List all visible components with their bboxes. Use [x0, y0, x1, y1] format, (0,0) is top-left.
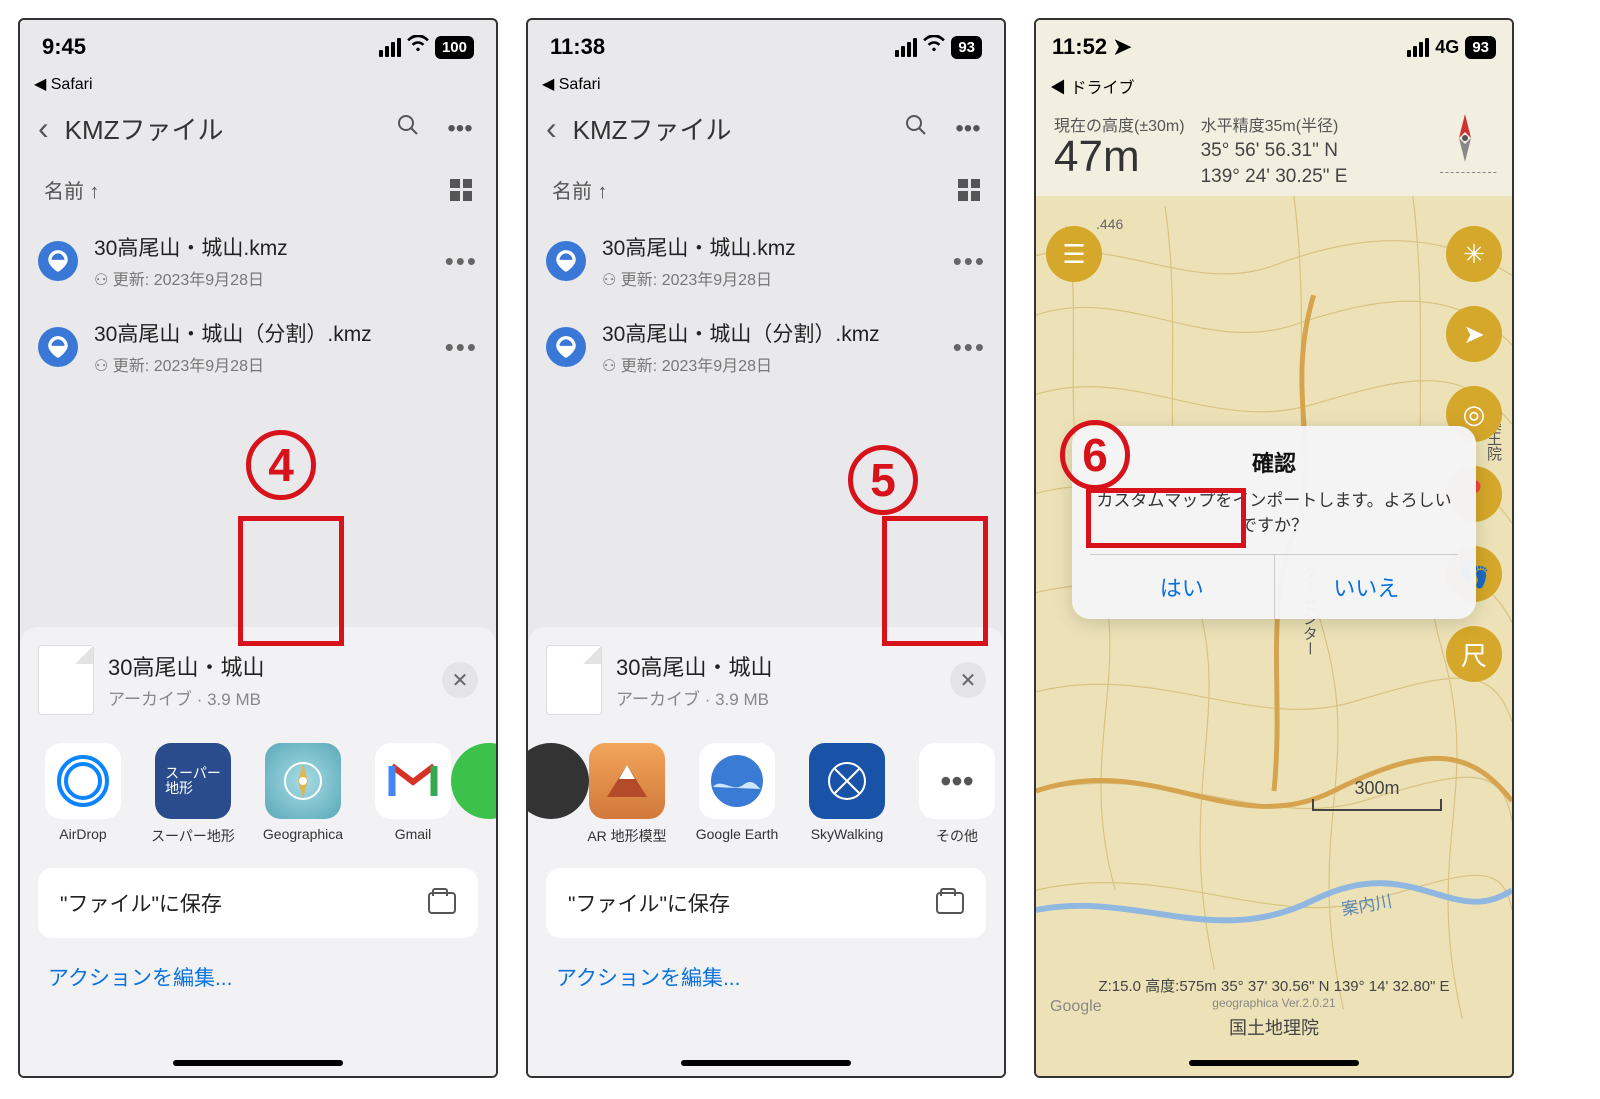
share-target-google-earth[interactable]: Google Earth [692, 743, 782, 846]
file-name: 30高尾山・城山（分割）.kmz [94, 318, 429, 348]
network-label: 4G [1435, 37, 1459, 58]
save-to-files-button[interactable]: "ファイル"に保存 [546, 868, 986, 938]
edit-actions-link[interactable]: アクションを編集... [528, 938, 1004, 1016]
page-title: KMZファイル [573, 110, 882, 147]
battery-icon: 100 [435, 36, 474, 59]
search-icon[interactable] [390, 113, 426, 144]
dialog-yes-button[interactable]: はい [1090, 555, 1275, 619]
map-footer: Z:15.0 高度:575m 35° 37' 30.56" N 139° 14'… [1036, 975, 1512, 1040]
file-more-icon[interactable]: ••• [445, 246, 478, 277]
kmz-file-icon [546, 327, 586, 367]
folder-icon [936, 892, 964, 914]
back-button[interactable]: ‹ [38, 110, 49, 147]
share-target-other[interactable]: ••• その他 [912, 743, 1002, 846]
edit-actions-link[interactable]: アクションを編集... [20, 938, 496, 1016]
status-time: 11:38 [550, 34, 605, 60]
cell-signal-icon [1407, 38, 1429, 57]
back-to-app[interactable]: ◀ Safari [528, 74, 1004, 100]
map-canvas[interactable]: .446 ターセンター 薬王院 案内川 南浅川 ☰ ✳ ➤ ◎ 📍 👣 尺 30… [1036, 196, 1512, 1076]
file-more-icon[interactable]: ••• [445, 332, 478, 363]
kmz-file-icon [38, 327, 78, 367]
home-indicator[interactable] [173, 1060, 343, 1066]
kmz-file-icon [546, 241, 586, 281]
map-menu-button[interactable]: ☰ [1046, 226, 1102, 282]
map-ruler-button[interactable]: 尺 [1446, 626, 1502, 682]
share-apps-row[interactable]: AirDrop スーパー地形 スーパー地形 Geographica Gmail [20, 733, 496, 868]
share-target-more[interactable] [474, 743, 496, 846]
heading-value: ----------- [1439, 164, 1498, 179]
share-target-geographica[interactable]: Geographica [258, 743, 348, 846]
latitude-value: 35° 56' 56.31" N [1201, 140, 1424, 162]
view-grid-icon[interactable] [450, 179, 472, 201]
share-apps-row[interactable]: AR 地形模型 Google Earth SkyWalking ••• その他 [528, 733, 1004, 868]
back-button[interactable]: ‹ [546, 110, 557, 147]
screenshot-5: 11:38 93 ◀ Safari ‹ KMZファイル ••• 名前 ↑ 30高… [526, 18, 1006, 1078]
share-target-prev[interactable] [540, 743, 562, 846]
altitude-value: 47m [1054, 132, 1185, 182]
close-icon[interactable]: ✕ [950, 662, 986, 698]
file-row[interactable]: 30高尾山・城山.kmz ⚇ 更新: 2023年9月28日 ••• [528, 218, 1004, 304]
more-icon[interactable]: ••• [950, 115, 986, 143]
battery-icon: 93 [951, 36, 982, 59]
share-target-airdrop[interactable]: AirDrop [38, 743, 128, 846]
status-time: 11:52 ➤ [1052, 34, 1132, 60]
status-time: 9:45 [42, 34, 86, 60]
close-icon[interactable]: ✕ [442, 662, 478, 698]
back-to-app[interactable]: ◀ ドライブ [1036, 74, 1512, 104]
compass-icon[interactable] [1439, 112, 1491, 164]
document-icon [38, 645, 94, 715]
file-row[interactable]: 30高尾山・城山（分割）.kmz ⚇ 更新: 2023年9月28日 ••• [528, 304, 1004, 390]
share-target-skywalking[interactable]: SkyWalking [802, 743, 892, 846]
file-row[interactable]: 30高尾山・城山（分割）.kmz ⚇ 更新: 2023年9月28日 ••• [20, 304, 496, 390]
file-more-icon[interactable]: ••• [953, 246, 986, 277]
file-name: 30高尾山・城山.kmz [94, 232, 429, 262]
sort-label[interactable]: 名前 ↑ [552, 175, 608, 204]
cell-signal-icon [379, 38, 401, 57]
annotation-highlight-box [882, 516, 988, 646]
sort-label[interactable]: 名前 ↑ [44, 175, 100, 204]
annotation-badge: 6 [1060, 420, 1130, 490]
annotation-badge: 4 [246, 430, 316, 500]
share-target-gmail[interactable]: Gmail [368, 743, 458, 846]
share-target-ar-terrain[interactable]: AR 地形模型 [582, 743, 672, 846]
back-to-app[interactable]: ◀ Safari [20, 74, 496, 100]
page-title: KMZファイル [65, 110, 374, 147]
screenshot-4: 9:45 100 ◀ Safari ‹ KMZファイル ••• 名前 ↑ 30高… [18, 18, 498, 1078]
map-info-bar: 現在の高度(±30m) 47m 水平精度35m(半径) 35° 56' 56.3… [1036, 104, 1512, 196]
map-locate-button[interactable]: ➤ [1446, 306, 1502, 362]
save-to-files-button[interactable]: "ファイル"に保存 [38, 868, 478, 938]
home-indicator[interactable] [681, 1060, 851, 1066]
search-icon[interactable] [898, 113, 934, 144]
horizontal-accuracy-label: 水平精度35m(半径) [1201, 112, 1424, 136]
share-sheet: 30高尾山・城山 アーカイブ · 3.9 MB ✕ AR 地形模型 Google… [528, 627, 1004, 1076]
battery-icon: 93 [1465, 36, 1496, 59]
annotation-badge: 5 [848, 445, 918, 515]
screenshot-6: 11:52 ➤ 4G 93 ◀ ドライブ 現在の高度(±30m) 47m 水平精… [1034, 18, 1514, 1078]
annotation-highlight-box [1086, 488, 1246, 548]
folder-icon [428, 892, 456, 914]
share-sheet: 30高尾山・城山 アーカイブ · 3.9 MB ✕ AirDrop スーパー地形… [20, 627, 496, 1076]
cell-signal-icon [895, 38, 917, 57]
view-grid-icon[interactable] [958, 179, 980, 201]
map-layers-button[interactable]: ✳ [1446, 226, 1502, 282]
file-row[interactable]: 30高尾山・城山.kmz ⚇ 更新: 2023年9月28日 ••• [20, 218, 496, 304]
kmz-file-icon [38, 241, 78, 281]
file-date: ⚇ 更新: 2023年9月28日 [94, 266, 429, 290]
annotation-highlight-box [238, 516, 344, 646]
share-doc-title: 30高尾山・城山 [108, 650, 264, 682]
wifi-icon [407, 35, 429, 59]
elevation-marker: .446 [1096, 216, 1123, 232]
document-icon [546, 645, 602, 715]
wifi-icon [923, 35, 945, 59]
dialog-no-button[interactable]: いいえ [1275, 555, 1459, 619]
longitude-value: 139° 24' 30.25" E [1201, 166, 1424, 188]
home-indicator[interactable] [1189, 1060, 1359, 1066]
more-icon[interactable]: ••• [442, 115, 478, 143]
dialog-title: 確認 [1090, 446, 1458, 478]
share-doc-subtitle: アーカイブ · 3.9 MB [108, 685, 264, 710]
file-more-icon[interactable]: ••• [953, 332, 986, 363]
map-scale: 300m [1312, 778, 1442, 811]
file-date: ⚇ 更新: 2023年9月28日 [94, 352, 429, 376]
share-target-superterrain[interactable]: スーパー地形 スーパー地形 [148, 743, 238, 846]
